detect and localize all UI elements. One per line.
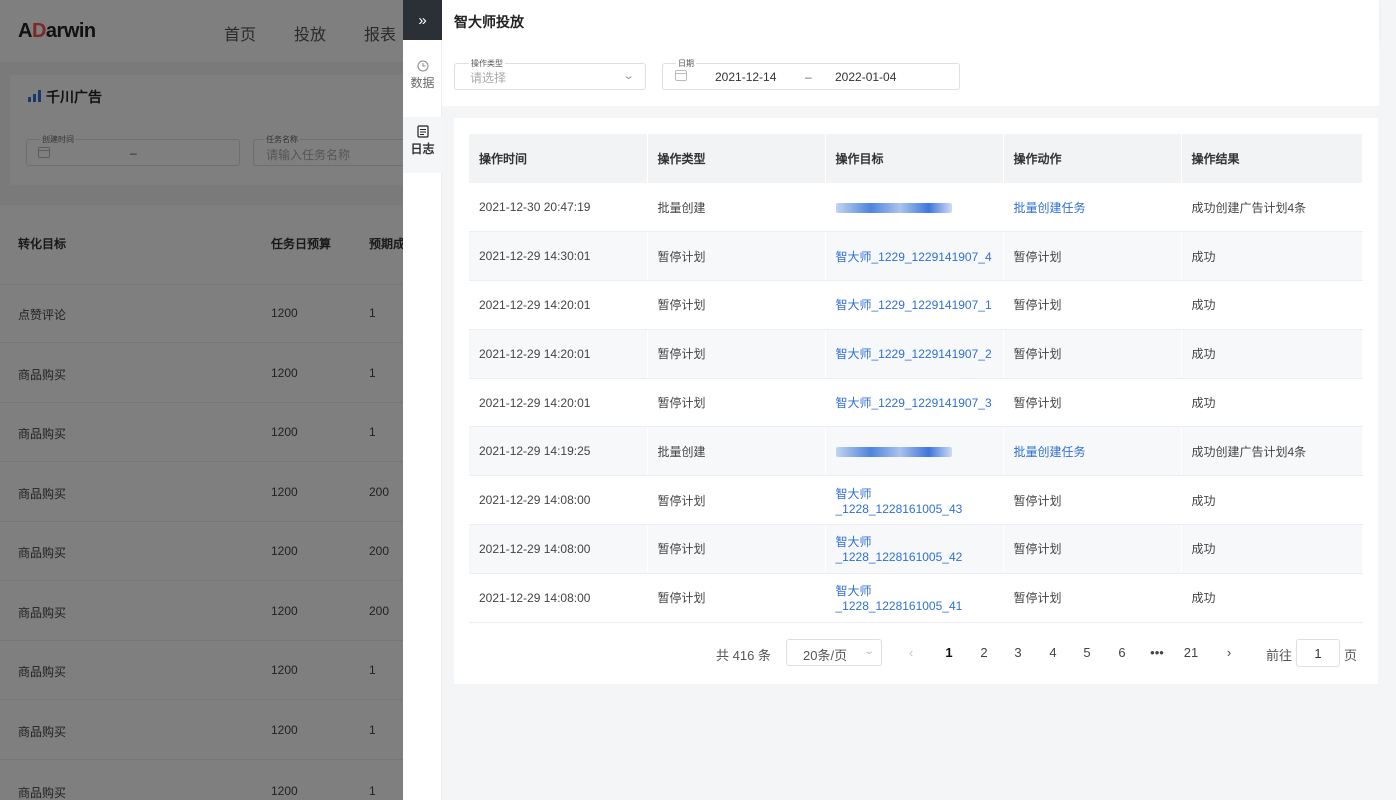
cell-time: 2021-12-29 14:20:01: [469, 280, 648, 330]
date-separator: –: [805, 70, 812, 84]
cell-target[interactable]: 智大师_1228_1228161005_41: [825, 573, 1004, 623]
cell-result: 成功: [1181, 329, 1363, 379]
cell-result: 成功: [1181, 378, 1363, 428]
operation-log-table: 操作时间 操作类型 操作目标 操作动作 操作结果 2021-12-30 20:4…: [469, 134, 1363, 623]
cell-time: 2021-12-29 14:20:01: [469, 378, 648, 428]
cell-action: 暂停计划: [1003, 573, 1182, 623]
prev-page-button[interactable]: ‹: [897, 640, 925, 666]
cell-type: 暂停计划: [647, 475, 826, 526]
table-row: 2021-12-29 14:19:25 批量创建 批量创建任务 成功创建广告计划4条: [469, 426, 1363, 477]
table-header-row: 操作时间 操作类型 操作目标 操作动作 操作结果: [469, 134, 1363, 183]
side-tab-data[interactable]: 数据: [403, 58, 442, 98]
date-end-value[interactable]: 2022-01-04: [835, 70, 896, 84]
redacted-target-link[interactable]: [835, 447, 952, 458]
column-header-type: 操作类型: [647, 134, 826, 183]
collapse-drawer-button[interactable]: »: [403, 0, 442, 40]
cell-action: 暂停计划: [1003, 280, 1182, 330]
cell-target[interactable]: 智大师_1229_1229141907_4: [825, 231, 1004, 282]
column-header-result: 操作结果: [1181, 134, 1363, 183]
cell-target[interactable]: [825, 426, 1004, 477]
cell-time: 2021-12-29 14:20:01: [469, 329, 648, 379]
cell-target[interactable]: [825, 183, 1004, 233]
cell-result: 成功创建广告计划4条: [1181, 183, 1363, 233]
cell-type: 暂停计划: [647, 329, 826, 379]
cell-action: 暂停计划: [1003, 329, 1182, 379]
cell-time: 2021-12-29 14:08:00: [469, 524, 648, 574]
page-button[interactable]: 4: [1039, 640, 1067, 666]
table-row: 2021-12-30 20:47:19 批量创建 批量创建任务 成功创建广告计划4条: [469, 183, 1363, 233]
cell-result: 成功: [1181, 280, 1363, 330]
cell-result: 成功创建广告计划4条: [1181, 426, 1363, 477]
table-row: 2021-12-29 14:20:01 暂停计划 智大师_1229_12291419…: [469, 280, 1363, 330]
cell-target[interactable]: 智大师_1228_1228161005_43: [825, 475, 1004, 526]
cell-time: 2021-12-29 14:08:00: [469, 573, 648, 623]
page-button[interactable]: 1: [935, 640, 963, 666]
cell-result: 成功: [1181, 475, 1363, 526]
goto-unit: 页: [1344, 648, 1358, 663]
next-page-button[interactable]: ›: [1215, 640, 1243, 666]
table-row: 2021-12-29 14:30:01 暂停计划 智大师_1229_12291419…: [469, 231, 1363, 282]
cell-time: 2021-12-29 14:08:00: [469, 475, 648, 526]
cell-action: 暂停计划: [1003, 231, 1182, 282]
cell-target[interactable]: 智大师_1228_1228161005_42: [825, 524, 1004, 574]
cell-type: 暂停计划: [647, 280, 826, 330]
goto-page-input[interactable]: [1296, 639, 1340, 667]
table-row: 2021-12-29 14:20:01 暂停计划 智大师_1229_12291419…: [469, 329, 1363, 379]
cell-action: 暂停计划: [1003, 378, 1182, 428]
column-header-target: 操作目标: [825, 134, 1004, 183]
date-label: 日期: [676, 58, 696, 69]
cell-action[interactable]: 批量创建任务: [1003, 183, 1182, 233]
double-chevron-right-icon: »: [418, 11, 427, 29]
cell-result: 成功: [1181, 231, 1363, 282]
page-button[interactable]: 6: [1108, 640, 1136, 666]
table-row: 2021-12-29 14:08:00 暂停计划 智大师_1228_12281610…: [469, 573, 1363, 623]
drawer-title: 智大师投放: [454, 14, 524, 30]
cell-target[interactable]: 智大师_1229_1229141907_3: [825, 378, 1004, 428]
page-button[interactable]: 2: [970, 640, 998, 666]
more-pages-button[interactable]: •••: [1143, 640, 1171, 666]
cell-type: 暂停计划: [647, 378, 826, 428]
side-tab-log-label: 日志: [410, 142, 435, 156]
cell-type: 暂停计划: [647, 573, 826, 623]
cell-result: 成功: [1181, 573, 1363, 623]
table-row: 2021-12-29 14:20:01 暂停计划 智大师_1229_12291419…: [469, 378, 1363, 428]
pagination-total: 共 416 条: [716, 648, 771, 663]
cell-time: 2021-12-29 14:30:01: [469, 231, 648, 282]
cell-action: 暂停计划: [1003, 475, 1182, 526]
cell-result: 成功: [1181, 524, 1363, 574]
chevron-down-icon: ⌄: [622, 70, 636, 82]
goto-label: 前往: [1266, 648, 1293, 663]
cell-action: 暂停计划: [1003, 524, 1182, 574]
page-button[interactable]: 5: [1073, 640, 1101, 666]
redacted-target-link[interactable]: [835, 202, 952, 213]
cell-action[interactable]: 批量创建任务: [1003, 426, 1182, 477]
cell-type: 暂停计划: [647, 231, 826, 282]
calendar-icon: [675, 70, 687, 81]
op-type-placeholder: 请选择: [470, 71, 507, 85]
cell-time: 2021-12-30 20:47:19: [469, 183, 648, 233]
column-header-action: 操作动作: [1003, 134, 1182, 183]
page-size-value: 20条/页: [803, 648, 848, 663]
data-icon: [417, 60, 428, 72]
cell-time: 2021-12-29 14:19:25: [469, 426, 648, 477]
date-start-value[interactable]: 2021-12-14: [715, 70, 776, 84]
column-header-time: 操作时间: [469, 134, 648, 183]
table-row: 2021-12-29 14:08:00 暂停计划 智大师_1228_12281610…: [469, 475, 1363, 526]
cell-type: 暂停计划: [647, 524, 826, 574]
cell-target[interactable]: 智大师_1229_1229141907_2: [825, 329, 1004, 379]
log-icon: [416, 125, 429, 138]
page-button[interactable]: 3: [1004, 640, 1032, 666]
drawer-header: [442, 0, 1379, 41]
table-row: 2021-12-29 14:08:00 暂停计划 智大师_1228_12281610…: [469, 524, 1363, 574]
chevron-down-icon: ⌄: [863, 646, 876, 657]
page-button[interactable]: 21: [1177, 640, 1205, 666]
side-tab-data-label: 数据: [410, 76, 435, 90]
op-type-label: 操作类型: [469, 58, 505, 69]
cell-type: 批量创建: [647, 426, 826, 477]
cell-target[interactable]: 智大师_1229_1229141907_1: [825, 280, 1004, 330]
cell-type: 批量创建: [647, 183, 826, 233]
side-tab-log[interactable]: 日志: [403, 117, 442, 173]
